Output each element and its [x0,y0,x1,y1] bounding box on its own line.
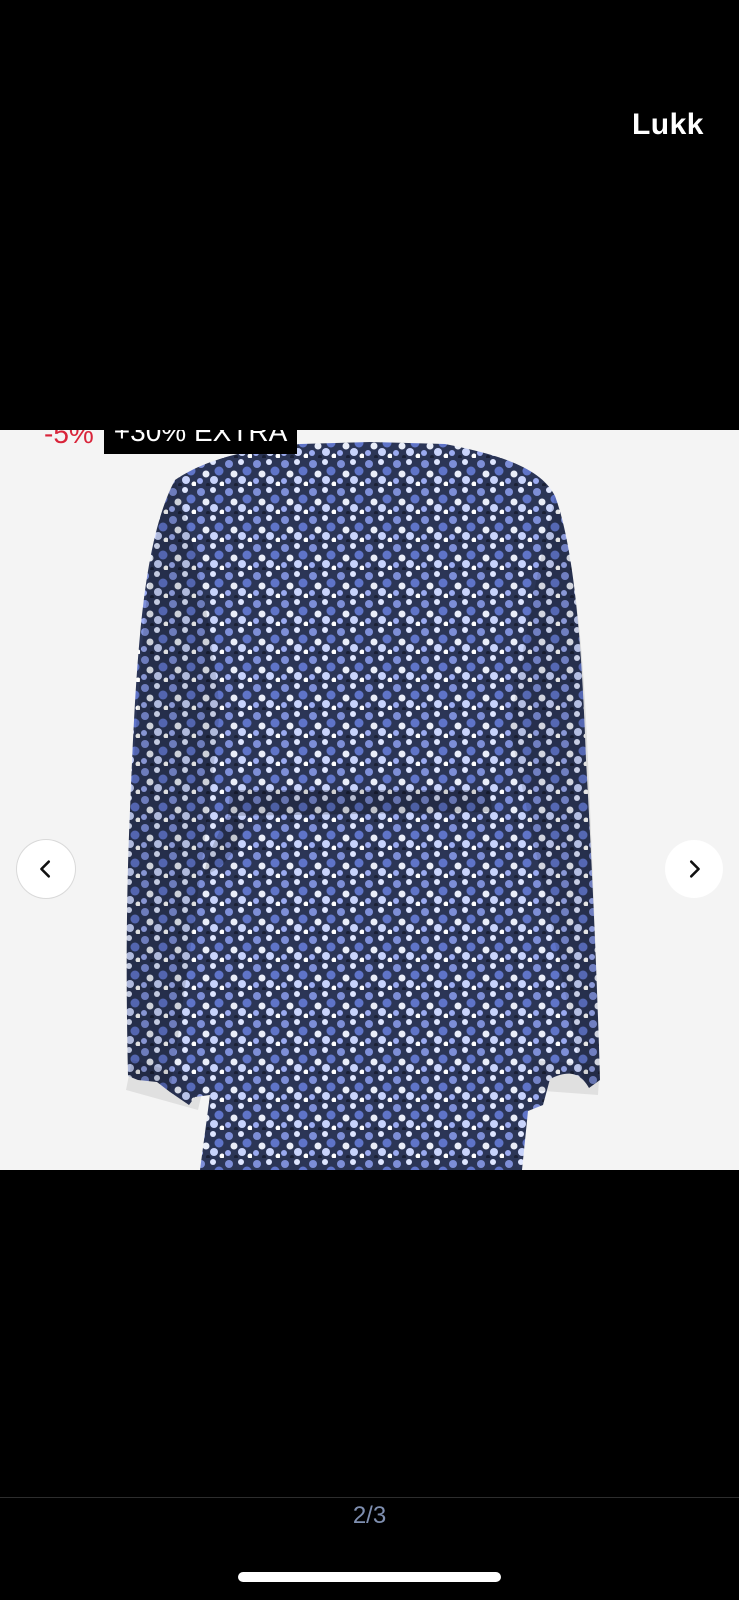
home-indicator[interactable] [238,1572,501,1582]
chevron-left-icon [40,860,51,878]
extra-discount-badge: +30% EXTRA [103,430,298,454]
chevron-right-icon [689,860,700,878]
product-image [0,430,739,1170]
previous-image-button[interactable] [17,840,75,898]
next-image-button[interactable] [665,840,723,898]
product-image-stage: -5% +30% EXTRA [0,430,739,1170]
page-indicator-divider [0,1497,739,1498]
close-button[interactable]: Lukk [632,108,704,142]
product-badges: -5% +30% EXTRA [44,430,298,454]
discount-badge: -5% [44,430,94,449]
page-indicator: 2/3 [352,1502,387,1529]
